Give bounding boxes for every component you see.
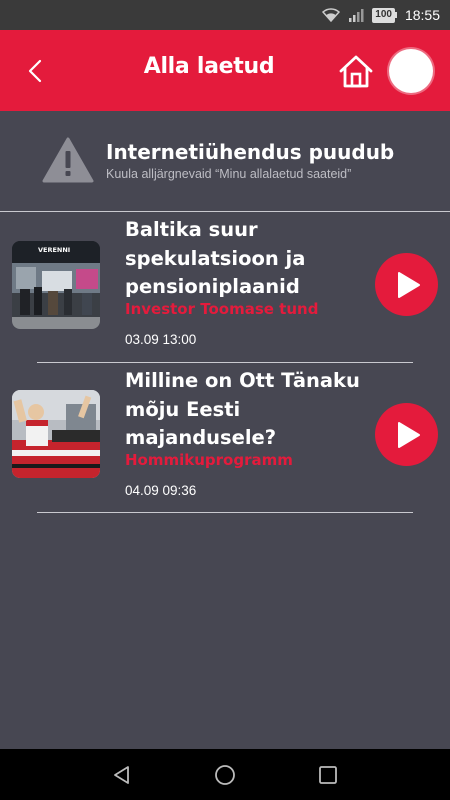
status-bar: 100 18:55	[0, 0, 450, 30]
play-button[interactable]	[375, 403, 438, 466]
home-circle-icon	[215, 764, 235, 785]
recents-square-icon	[319, 765, 338, 784]
home-icon[interactable]	[337, 52, 375, 90]
profile-avatar[interactable]	[389, 49, 433, 93]
app-bar: Alla laetud	[0, 30, 450, 111]
offline-subtitle: Kuula alljärgnevaid “Minu allalaetud saa…	[106, 167, 352, 181]
page-title: Alla laetud	[143, 54, 275, 79]
divider	[37, 512, 413, 513]
clock: 18:55	[404, 7, 440, 23]
thumbnail-sign-text: VERENNI	[38, 246, 70, 254]
nav-recents-button[interactable]	[303, 755, 353, 795]
episode-date: 04.09 09:36	[125, 483, 197, 498]
nav-back-button[interactable]	[97, 755, 147, 795]
system-nav-bar	[0, 749, 450, 800]
episode-title[interactable]: Baltika suur spekulatsioon ja pensionipl…	[125, 216, 360, 302]
play-icon	[397, 421, 420, 448]
episode-thumbnail: VERENNI	[12, 241, 100, 329]
warning-icon	[42, 137, 94, 183]
back-triangle-icon	[113, 765, 129, 784]
nav-home-button[interactable]	[200, 755, 250, 795]
episode-date: 03.09 13:00	[125, 332, 197, 347]
episode-show: Investor Toomase tund	[125, 300, 319, 318]
episode-title[interactable]: Milline on Ott Tänaku mõju Eesti majandu…	[125, 367, 360, 453]
signal-icon	[349, 9, 364, 22]
battery-icon: 100	[372, 7, 397, 23]
battery-level: 100	[372, 7, 395, 23]
play-icon	[397, 271, 420, 298]
episode-show: Hommikuprogramm	[125, 451, 293, 469]
wifi-icon	[322, 8, 341, 22]
episode-thumbnail	[12, 390, 100, 478]
offline-title: Internetiühendus puudub	[106, 140, 395, 164]
play-button[interactable]	[375, 253, 438, 316]
